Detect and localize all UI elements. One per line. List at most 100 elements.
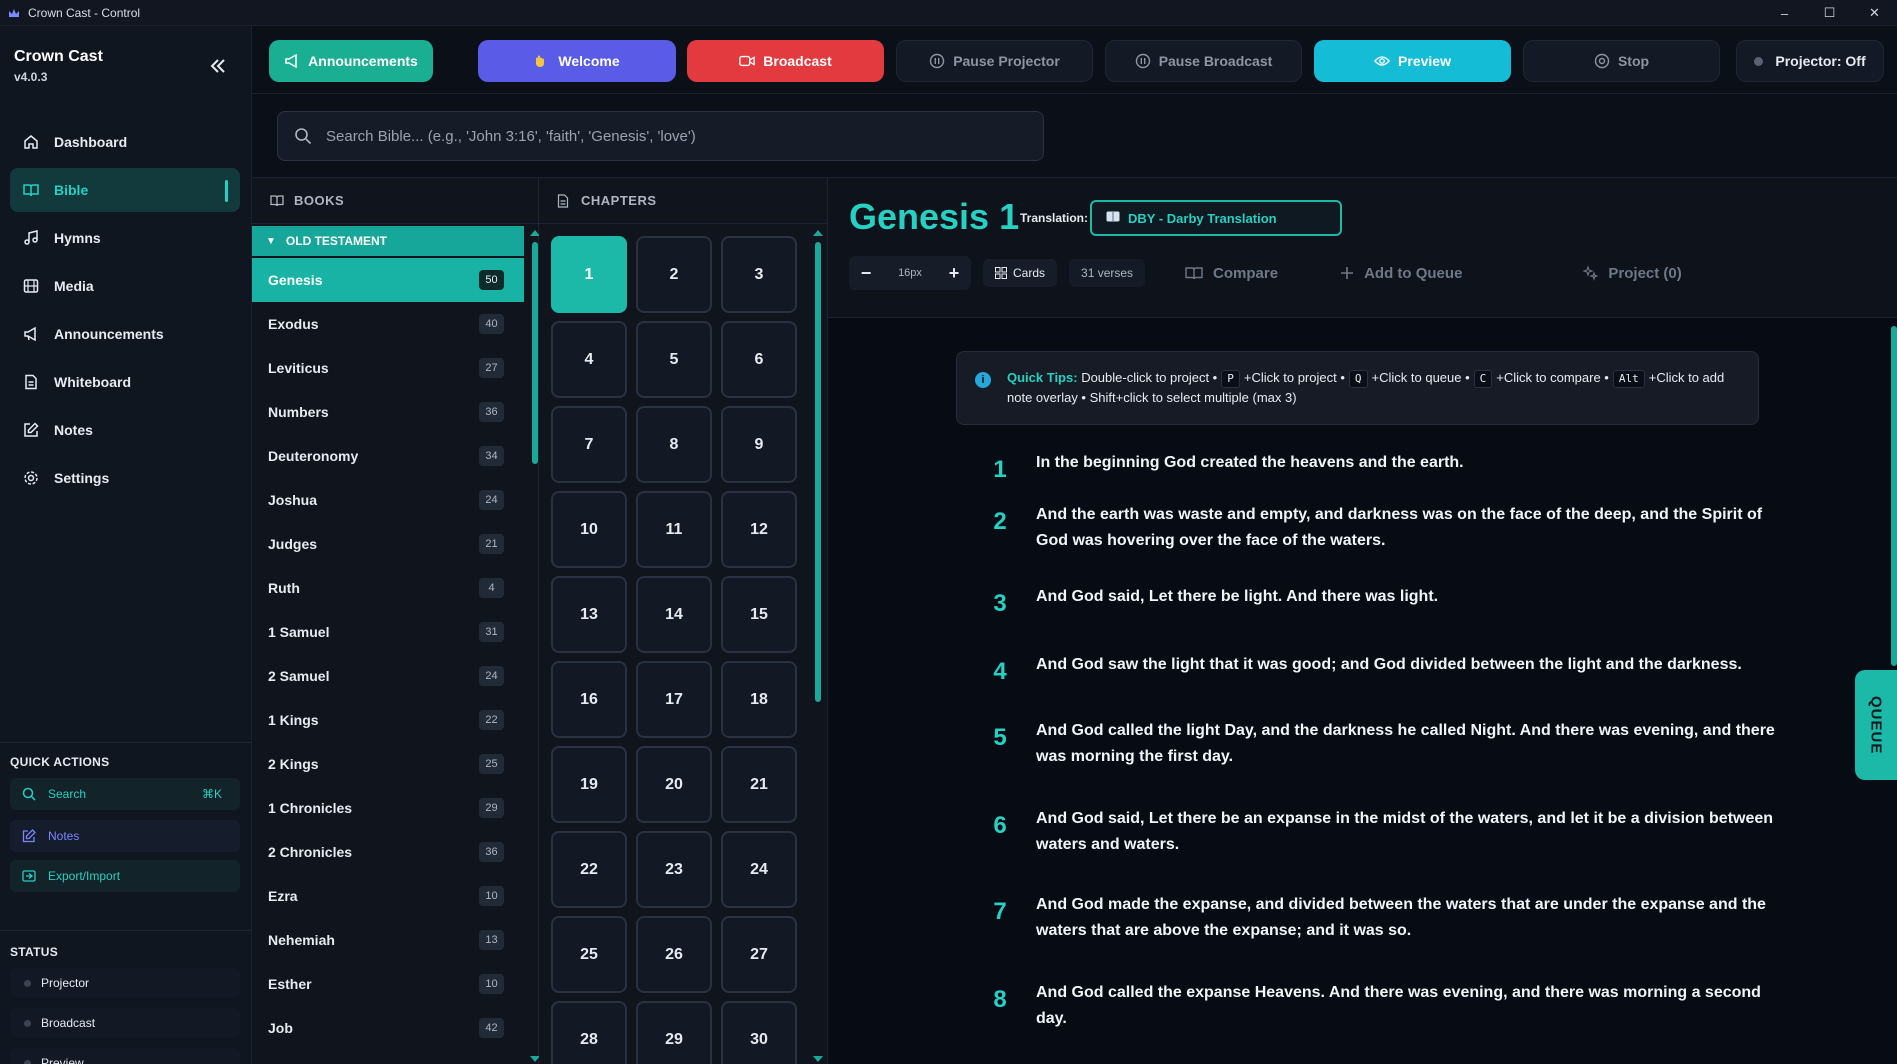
chapter-button[interactable]: 26 [636,916,712,993]
nav-item-dashboard[interactable]: Dashboard [10,120,240,164]
wave-hand-icon [534,53,550,69]
chapter-button[interactable]: 17 [636,661,712,738]
queue-tab[interactable]: QUEUE [1855,670,1897,780]
chapter-button[interactable]: 30 [721,1001,797,1064]
nav-item-settings[interactable]: Settings [10,456,240,500]
chapter-button[interactable]: 4 [551,321,627,398]
maximize-button[interactable]: ☐ [1807,0,1852,26]
view-mode-button[interactable]: Cards [983,259,1058,287]
nav-item-notes[interactable]: Notes [10,408,240,452]
verse-number: 3 [993,590,1007,617]
pause-broadcast-button[interactable]: Pause Broadcast [1105,40,1302,82]
quick-notes-button[interactable]: Notes [10,820,240,852]
file-icon [22,373,40,391]
book-item[interactable]: Deuteronomy 34 [252,434,524,478]
nav-item-media[interactable]: Media [10,264,240,308]
double-chevron-left-icon [210,59,225,73]
chapter-button[interactable]: 15 [721,576,797,653]
chapter-button[interactable]: 1 [551,236,627,313]
book-item[interactable]: 2 Chronicles 36 [252,830,524,874]
broadcast-button[interactable]: Broadcast [687,40,884,82]
quick-search-button[interactable]: Search ⌘K [10,778,240,810]
decrease-font-button[interactable]: − [857,263,875,284]
bible-search-input[interactable] [326,127,1026,145]
chapter-button[interactable]: 10 [551,491,627,568]
nav-item-announcements[interactable]: Announcements [10,312,240,356]
book-item[interactable]: Leviticus 27 [252,346,524,390]
compare-button[interactable]: Compare [1185,265,1278,282]
increase-font-button[interactable]: + [945,263,963,284]
chapter-button[interactable]: 28 [551,1001,627,1064]
old-testament-toggle[interactable]: ▼ OLD TESTAMENT [252,226,524,256]
chapter-count-badge: 29 [479,798,504,818]
status-dot [24,1059,31,1064]
translation-select[interactable]: DBY - Darby Translation [1090,200,1342,236]
chapter-button[interactable]: 16 [551,661,627,738]
chapter-button[interactable]: 18 [721,661,797,738]
chapter-button[interactable]: 19 [551,746,627,823]
preview-label: Preview [1398,53,1451,69]
nav-item-bible[interactable]: Bible [10,168,240,212]
book-item[interactable]: Job 42 [252,1006,524,1050]
book-item[interactable]: Ruth 4 [252,566,524,610]
chapter-button[interactable]: 14 [636,576,712,653]
chapter-button[interactable]: 12 [721,491,797,568]
books-scrollbar[interactable] [532,242,538,464]
pause-projector-button[interactable]: Pause Projector [896,40,1093,82]
chapter-button[interactable]: 21 [721,746,797,823]
add-to-queue-button[interactable]: Add to Queue [1340,265,1462,282]
chapter-button[interactable]: 11 [636,491,712,568]
book-item[interactable]: 1 Chronicles 29 [252,786,524,830]
export-import-button[interactable]: Export/Import [10,860,240,892]
book-name: Ezra [268,888,298,904]
stop-button[interactable]: Stop [1523,40,1720,82]
chapter-button[interactable]: 27 [721,916,797,993]
book-item[interactable]: 2 Samuel 24 [252,654,524,698]
chapter-button[interactable]: 20 [636,746,712,823]
project-button[interactable]: Project (0) [1582,265,1682,282]
close-button[interactable]: ✕ [1852,0,1897,26]
book-item[interactable]: Ezra 10 [252,874,524,918]
chapter-button[interactable]: 25 [551,916,627,993]
chapter-button[interactable]: 13 [551,576,627,653]
book-item[interactable]: Joshua 24 [252,478,524,522]
book-item[interactable]: Numbers 36 [252,390,524,434]
book-item[interactable]: 2 Kings 25 [252,742,524,786]
book-item[interactable]: 1 Samuel 31 [252,610,524,654]
chapter-button[interactable]: 8 [636,406,712,483]
chapter-button[interactable]: 7 [551,406,627,483]
chapters-scrollbar[interactable] [815,242,821,702]
announcements-button[interactable]: Announcements [269,40,433,82]
chapter-count-badge: 13 [479,930,504,950]
quick-search-label: Search [48,787,87,801]
chapter-button[interactable]: 3 [721,236,797,313]
chapter-button[interactable]: 29 [636,1001,712,1064]
book-item[interactable]: Genesis 50 [252,258,524,302]
verses-scrollbar[interactable] [1891,326,1897,666]
chapter-button[interactable]: 22 [551,831,627,908]
video-icon [739,53,756,69]
tip-text: +Click to compare • [1496,370,1609,385]
book-item[interactable]: Nehemiah 13 [252,918,524,962]
chapter-button[interactable]: 2 [636,236,712,313]
preview-button[interactable]: Preview [1314,40,1511,82]
collapse-sidebar-button[interactable] [206,54,230,78]
minimize-button[interactable]: – [1762,0,1807,26]
chapter-button[interactable]: 5 [636,321,712,398]
book-item[interactable]: Exodus 40 [252,302,524,346]
nav-item-whiteboard[interactable]: Whiteboard [10,360,240,404]
testament-label: OLD TESTAMENT [285,234,388,248]
scroll-up-arrow[interactable] [813,230,823,236]
chapter-button[interactable]: 9 [721,406,797,483]
projector-status-button[interactable]: Projector: Off [1736,40,1884,82]
book-item[interactable]: 1 Kings 22 [252,698,524,742]
chapter-button[interactable]: 24 [721,831,797,908]
book-item[interactable]: Judges 21 [252,522,524,566]
book-item[interactable]: Esther 10 [252,962,524,1006]
chapter-button[interactable]: 23 [636,831,712,908]
welcome-button[interactable]: Welcome [478,40,676,82]
nav-item-hymns[interactable]: Hymns [10,216,240,260]
scroll-down-arrow[interactable] [813,1056,823,1062]
chapter-button[interactable]: 6 [721,321,797,398]
info-icon: i [975,372,991,388]
